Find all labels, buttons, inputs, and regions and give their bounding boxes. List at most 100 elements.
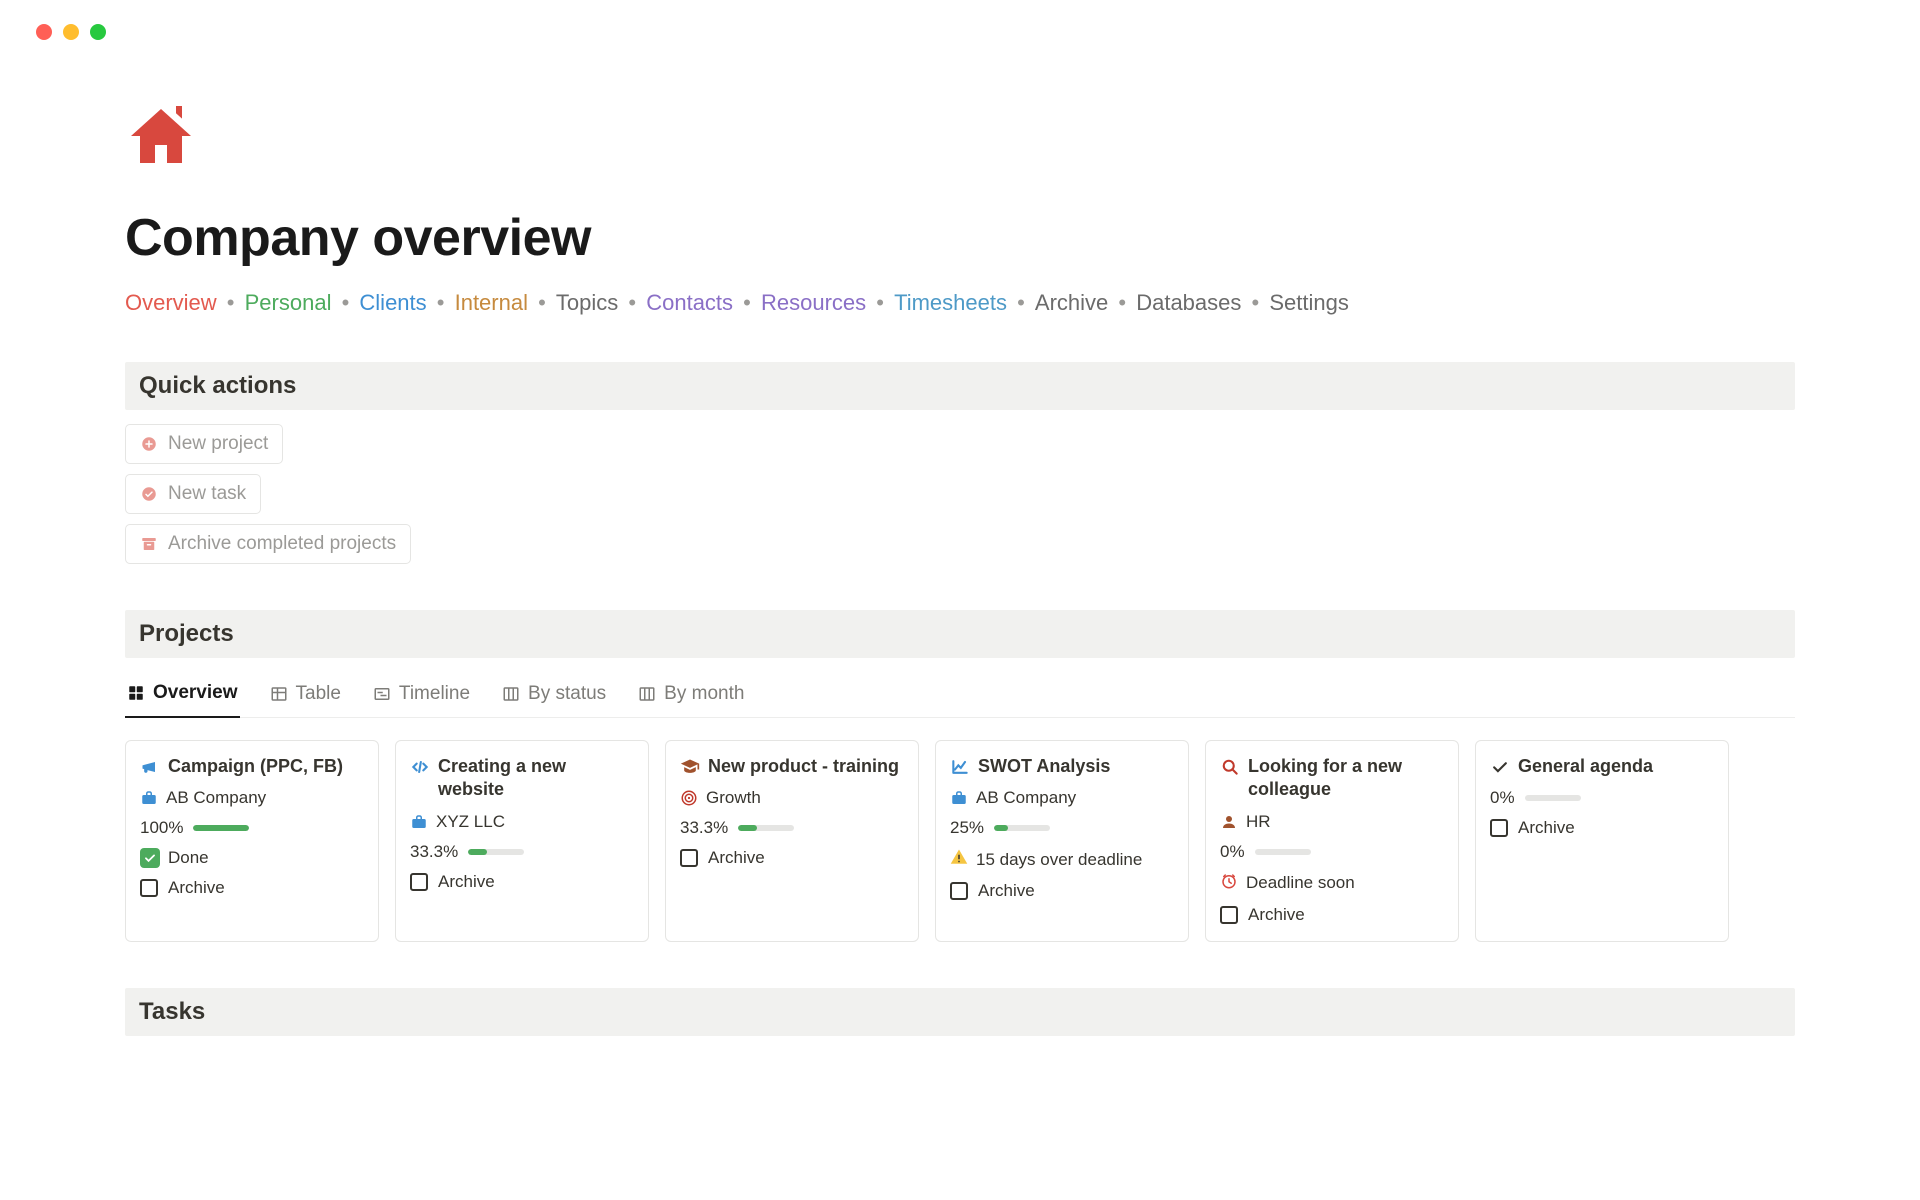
- tab-label: Table: [296, 683, 341, 705]
- tab-label: Overview: [153, 682, 238, 704]
- progress-bar: [1255, 849, 1311, 855]
- project-client: Growth: [706, 788, 761, 808]
- gallery-icon: [127, 684, 145, 702]
- alarm-clock-icon: [1220, 872, 1238, 895]
- project-client: HR: [1246, 812, 1271, 832]
- breadcrumb-nav: Overview • Personal • Clients • Internal…: [125, 290, 1795, 316]
- view-tab[interactable]: By month: [636, 676, 746, 717]
- project-client: AB Company: [976, 788, 1076, 808]
- project-card[interactable]: SWOT AnalysisAB Company25%15 days over d…: [935, 740, 1189, 942]
- quick-action-label: New task: [168, 483, 246, 505]
- page-icon-house: [125, 100, 1795, 172]
- target-icon: [680, 789, 698, 807]
- archive-box-icon: [140, 535, 158, 553]
- breadcrumb-link[interactable]: Topics: [556, 290, 618, 315]
- breadcrumb-link[interactable]: Overview: [125, 290, 217, 315]
- progress-label: 33.3%: [680, 818, 728, 838]
- board-icon: [638, 685, 656, 703]
- check-circle-icon: [140, 485, 158, 503]
- tab-label: Timeline: [399, 683, 470, 705]
- breadcrumb-link[interactable]: Resources: [761, 290, 866, 315]
- archive-checkbox[interactable]: [950, 882, 968, 900]
- timeline-icon: [373, 685, 391, 703]
- code-icon: [410, 757, 430, 777]
- project-title: New product - training: [708, 755, 899, 778]
- table-icon: [270, 685, 288, 703]
- megaphone-icon: [140, 757, 160, 777]
- progress-bar: [1525, 795, 1581, 801]
- archive-checkbox[interactable]: [410, 873, 428, 891]
- board-icon: [502, 685, 520, 703]
- progress-label: 100%: [140, 818, 183, 838]
- archive-checkbox[interactable]: [680, 849, 698, 867]
- tab-label: By status: [528, 683, 606, 705]
- archive-label: Archive: [168, 878, 225, 898]
- quick-action-label: New project: [168, 433, 268, 455]
- tab-label: By month: [664, 683, 744, 705]
- done-badge-icon: [140, 848, 160, 868]
- project-client: AB Company: [166, 788, 266, 808]
- view-tab[interactable]: Timeline: [371, 676, 472, 717]
- graduation-icon: [680, 757, 700, 777]
- view-tab[interactable]: Table: [268, 676, 343, 717]
- breadcrumb-link[interactable]: Contacts: [646, 290, 733, 315]
- project-card[interactable]: Looking for a new colleague HR0%Deadline …: [1205, 740, 1459, 942]
- progress-label: 33.3%: [410, 842, 458, 862]
- project-client: XYZ LLC: [436, 812, 505, 832]
- window-zoom-button[interactable]: [90, 24, 106, 40]
- archive-label: Archive: [1248, 905, 1305, 925]
- search-icon: [1220, 757, 1240, 777]
- plus-circle-icon: [140, 435, 158, 453]
- view-tab[interactable]: Overview: [125, 676, 240, 718]
- archive-checkbox[interactable]: [1220, 906, 1238, 924]
- archive-label: Archive: [708, 848, 765, 868]
- view-tab[interactable]: By status: [500, 676, 608, 717]
- breadcrumb-link[interactable]: Databases: [1136, 290, 1241, 315]
- status-text: Done: [168, 848, 209, 868]
- progress-bar: [994, 825, 1050, 831]
- section-heading-quick-actions: Quick actions: [125, 362, 1795, 410]
- breadcrumb-link[interactable]: Timesheets: [894, 290, 1007, 315]
- progress-bar: [193, 825, 249, 831]
- status-text: 15 days over deadline: [976, 850, 1142, 870]
- progress-label: 0%: [1220, 842, 1245, 862]
- quick-action-button[interactable]: New task: [125, 474, 261, 514]
- quick-action-button[interactable]: Archive completed projects: [125, 524, 411, 564]
- window-close-button[interactable]: [36, 24, 52, 40]
- archive-checkbox[interactable]: [1490, 819, 1508, 837]
- project-card[interactable]: New product - training Growth 33.3% Archive: [665, 740, 919, 942]
- project-title: Looking for a new colleague: [1248, 755, 1444, 802]
- archive-label: Archive: [438, 872, 495, 892]
- project-card[interactable]: Campaign (PPC, FB) AB Company 100% Done Arch…: [125, 740, 379, 942]
- section-heading-tasks: Tasks: [125, 988, 1795, 1036]
- archive-label: Archive: [1518, 818, 1575, 838]
- window-controls: [0, 0, 1920, 40]
- window-minimize-button[interactable]: [63, 24, 79, 40]
- archive-label: Archive: [978, 881, 1035, 901]
- breadcrumb-link[interactable]: Personal: [245, 290, 332, 315]
- warning-icon: [950, 848, 968, 871]
- check-icon: [1490, 757, 1510, 777]
- breadcrumb-link[interactable]: Internal: [455, 290, 528, 315]
- breadcrumb-link[interactable]: Settings: [1269, 290, 1349, 315]
- project-card[interactable]: General agenda0%Archive: [1475, 740, 1729, 942]
- progress-bar: [468, 849, 524, 855]
- project-title: Campaign (PPC, FB): [168, 755, 343, 778]
- section-heading-projects: Projects: [125, 610, 1795, 658]
- quick-action-button[interactable]: New project: [125, 424, 283, 464]
- progress-label: 25%: [950, 818, 984, 838]
- project-title: Creating a new website: [438, 755, 634, 802]
- project-card[interactable]: Creating a new website XYZ LLC 33.3% Archiv…: [395, 740, 649, 942]
- briefcase-icon: [140, 789, 158, 807]
- progress-bar: [738, 825, 794, 831]
- status-text: Deadline soon: [1246, 873, 1355, 893]
- quick-action-label: Archive completed projects: [168, 533, 396, 555]
- breadcrumb-link[interactable]: Archive: [1035, 290, 1108, 315]
- chart-icon: [950, 757, 970, 777]
- project-title: General agenda: [1518, 755, 1653, 778]
- archive-checkbox[interactable]: [140, 879, 158, 897]
- progress-label: 0%: [1490, 788, 1515, 808]
- breadcrumb-link[interactable]: Clients: [359, 290, 426, 315]
- briefcase-icon: [410, 813, 428, 831]
- briefcase-icon: [950, 789, 968, 807]
